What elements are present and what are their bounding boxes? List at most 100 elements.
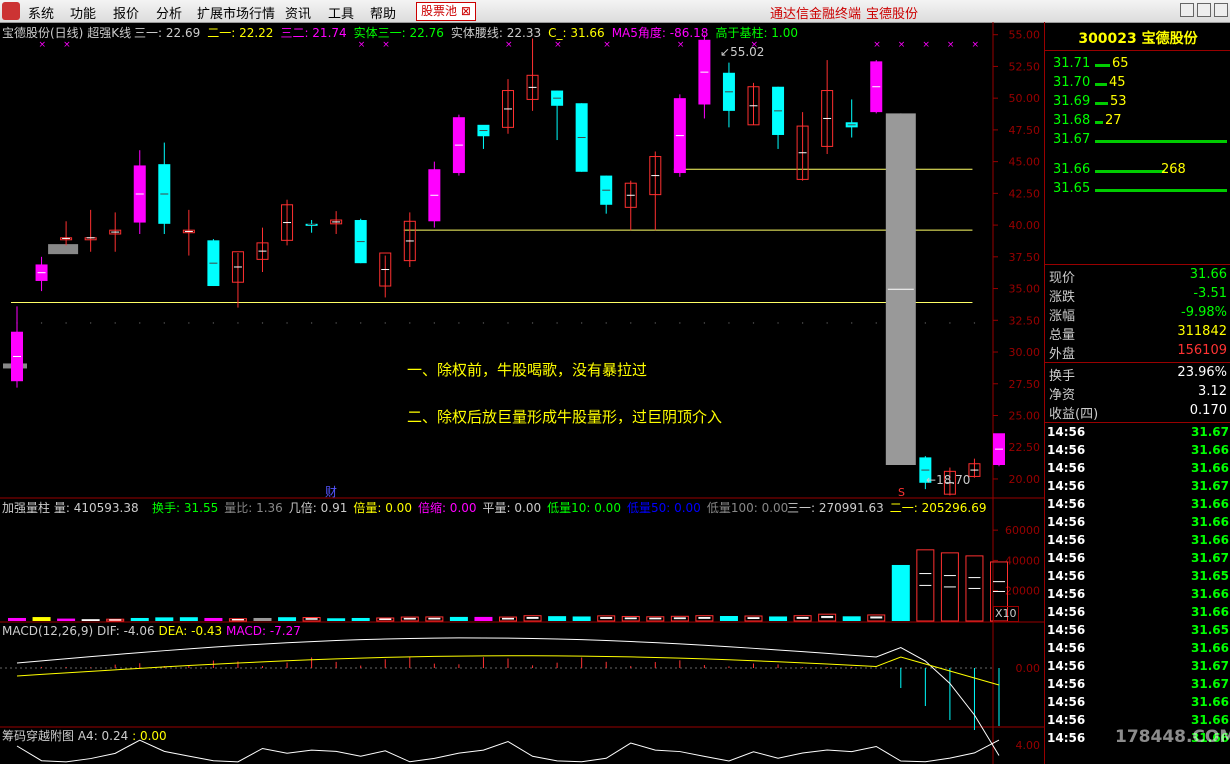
vol-indicator-6: 低量10: 0.00 [547, 501, 621, 515]
ask-bar [1095, 140, 1227, 143]
y-tick-label: 40.00 [1009, 219, 1041, 232]
vol-bar [253, 617, 272, 621]
dot [826, 322, 828, 324]
stat-label: 外盘 [1049, 347, 1076, 362]
stat-label: 净资 [1049, 388, 1076, 403]
vol-bar [474, 616, 493, 621]
chip-line [16, 739, 1000, 763]
maximize-icon[interactable] [1197, 3, 1211, 17]
tick-time: 14:56 [1047, 443, 1086, 457]
tick-time: 14:56 [1047, 641, 1086, 655]
main-indicator-4: 实体腰线: 22.33 [450, 26, 542, 40]
stat-value: 0.170 [1189, 403, 1227, 418]
cross-mark: × [554, 40, 562, 50]
minimize-icon[interactable] [1180, 3, 1194, 17]
cross-mark: × [873, 40, 881, 50]
tick-row: 14:56 31.65 [1045, 623, 1230, 641]
kline-chart[interactable]: 55.00 52.50 50.00 47.50 45.00 42.50 40.00 37.50… [0, 0, 1044, 764]
finance-mark[interactable]: 财 [325, 485, 337, 499]
ask-price: 31.71 [1053, 56, 1091, 71]
low-value: 18.70 [936, 473, 971, 487]
y-tick-label: 45.00 [1009, 156, 1041, 169]
dot [654, 322, 656, 324]
chip-label: 筹码穿越附图 [2, 729, 75, 743]
vol-bar [81, 619, 100, 621]
macd-title: MACD(12,26,9) DIF: -4.06 DEA: -0.43 MACD… [2, 624, 301, 638]
dot [924, 322, 927, 324]
vol-bar [327, 618, 346, 621]
divider [1045, 362, 1230, 363]
vol-bar [548, 616, 567, 621]
stat-row: 总量 311842 [1045, 324, 1230, 343]
stat-label: 收益(四) [1049, 407, 1099, 422]
vol-bar [155, 617, 174, 621]
stat-value: -3.51 [1193, 286, 1227, 301]
vol-indicator-4: 倍缩: 0.00 [417, 501, 477, 515]
tick-row: 14:56 31.66 [1045, 515, 1230, 533]
y-tick-label: 55.00 [1009, 29, 1041, 42]
dot [777, 322, 779, 324]
tick-price: 31.66 [1191, 695, 1229, 709]
vol-indicator-0: 换手: 31.55 [152, 501, 219, 515]
dot [335, 322, 337, 324]
vol-title: 加强量柱 量: 410593.38 [2, 501, 139, 515]
tick-price: 31.67 [1191, 677, 1229, 691]
bid-row: 31.66 268 [1045, 162, 1230, 180]
dot [752, 322, 755, 324]
macd-tick-label: 0.00 [1016, 662, 1041, 675]
tick-time: 14:56 [1047, 479, 1086, 493]
ask-price: 31.67 [1053, 132, 1091, 147]
vol-bar [57, 618, 76, 621]
y-tick-label: 35.00 [1009, 283, 1041, 296]
dot [188, 322, 190, 324]
bid-price: 31.66 [1053, 162, 1091, 177]
tick-time: 14:56 [1047, 551, 1086, 565]
x10-badge[interactable]: X10 [993, 606, 1019, 622]
dot [605, 322, 607, 324]
close-icon[interactable] [1214, 3, 1228, 17]
cross-mark: × [603, 40, 611, 50]
cross-mark: × [358, 40, 366, 50]
tick-row: 14:56 31.67 [1045, 551, 1230, 569]
tick-price: 31.67 [1191, 425, 1229, 439]
dot [384, 322, 386, 324]
tick-price: 31.66 [1191, 497, 1229, 511]
dot [433, 322, 436, 324]
dot [237, 322, 239, 324]
tick-price: 31.67 [1191, 479, 1229, 493]
vol-indicator-5: 平量: 0.00 [482, 501, 542, 515]
dot [65, 322, 67, 324]
tick-time: 14:56 [1047, 497, 1086, 511]
dot [851, 322, 853, 324]
tick-time: 14:56 [1047, 425, 1086, 439]
divider [1045, 264, 1230, 265]
dot [973, 322, 976, 324]
vol-tick-label: 40000 [1005, 554, 1040, 567]
stat-value: 23.96% [1177, 365, 1227, 380]
tick-time: 14:56 [1047, 533, 1086, 547]
cross-mark: × [505, 40, 513, 50]
tick-row: 14:56 31.66 [1045, 443, 1230, 461]
sell-mark: S [898, 486, 905, 499]
macd-dif: DIF: -4.06 [96, 624, 155, 638]
y-tick-label: 52.50 [1009, 60, 1041, 73]
tick-time: 14:56 [1047, 569, 1086, 583]
stat-label: 换手 [1049, 369, 1076, 384]
vol-bar [842, 616, 861, 621]
dot [40, 322, 43, 324]
dot [875, 322, 877, 324]
vol-tick-label: 20000 [1005, 585, 1040, 598]
tick-price: 31.66 [1191, 587, 1229, 601]
tick-row: 14:56 31.67 [1045, 659, 1230, 677]
tick-time: 14:56 [1047, 695, 1086, 709]
macd-label: MACD(12,26,9) [2, 624, 94, 638]
watermark: 178448.COM [1115, 727, 1230, 747]
dot [507, 322, 509, 324]
quote-panel: 300023 宝德股份 31.71 65 31.70 45 31.69 53 31.68 27… [1044, 22, 1230, 764]
dot [630, 322, 632, 324]
tick-price: 31.66 [1191, 461, 1229, 475]
vol-bar [351, 617, 370, 621]
dot [580, 322, 583, 324]
y-tick-label: 25.00 [1009, 409, 1041, 422]
tick-row: 14:56 31.66 [1045, 641, 1230, 659]
